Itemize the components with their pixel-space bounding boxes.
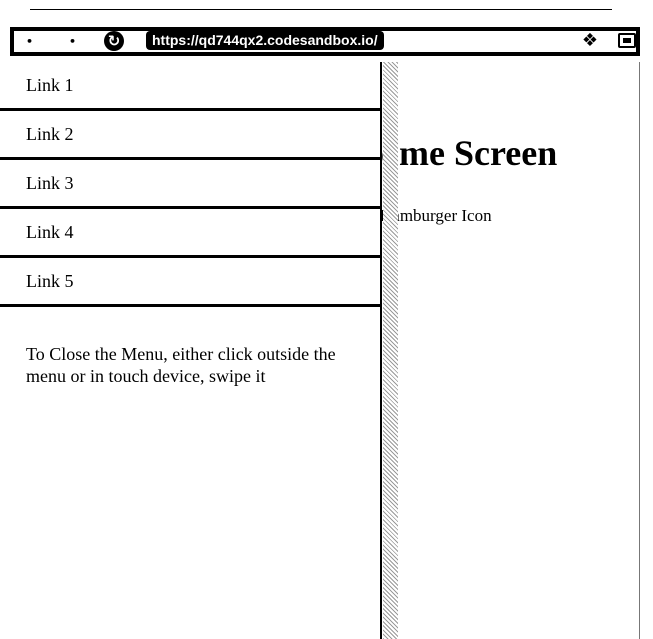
side-drawer: Link 1 Link 2 Link 3 Link 4 Link 5 To Cl… xyxy=(0,62,382,639)
extension-icon[interactable]: ❖ xyxy=(580,31,600,51)
screen-share-icon[interactable] xyxy=(618,33,636,48)
drawer-link-1[interactable]: Link 1 xyxy=(0,62,382,111)
drawer-edge xyxy=(380,62,382,639)
browser-address-bar: • • ↻ https://qd744qx2.codesandbox.io/ ❖ xyxy=(10,27,640,56)
reload-icon[interactable]: ↻ xyxy=(104,31,124,51)
drawer-link-2[interactable]: Link 2 xyxy=(0,111,382,160)
drawer-link-4[interactable]: Link 4 xyxy=(0,209,382,258)
drawer-close-hint: To Close the Menu, either click outside … xyxy=(26,344,336,386)
drawer-link-3[interactable]: Link 3 xyxy=(0,160,382,209)
menu-overlay[interactable] xyxy=(383,62,398,639)
back-button[interactable]: • xyxy=(26,36,33,48)
page-right-edge xyxy=(639,62,640,639)
forward-button[interactable]: • xyxy=(69,36,76,48)
page-title: ome Screen xyxy=(381,133,558,173)
url-field[interactable]: https://qd744qx2.codesandbox.io/ xyxy=(146,31,384,50)
top-divider xyxy=(30,9,612,10)
drawer-link-5[interactable]: Link 5 xyxy=(0,258,382,307)
